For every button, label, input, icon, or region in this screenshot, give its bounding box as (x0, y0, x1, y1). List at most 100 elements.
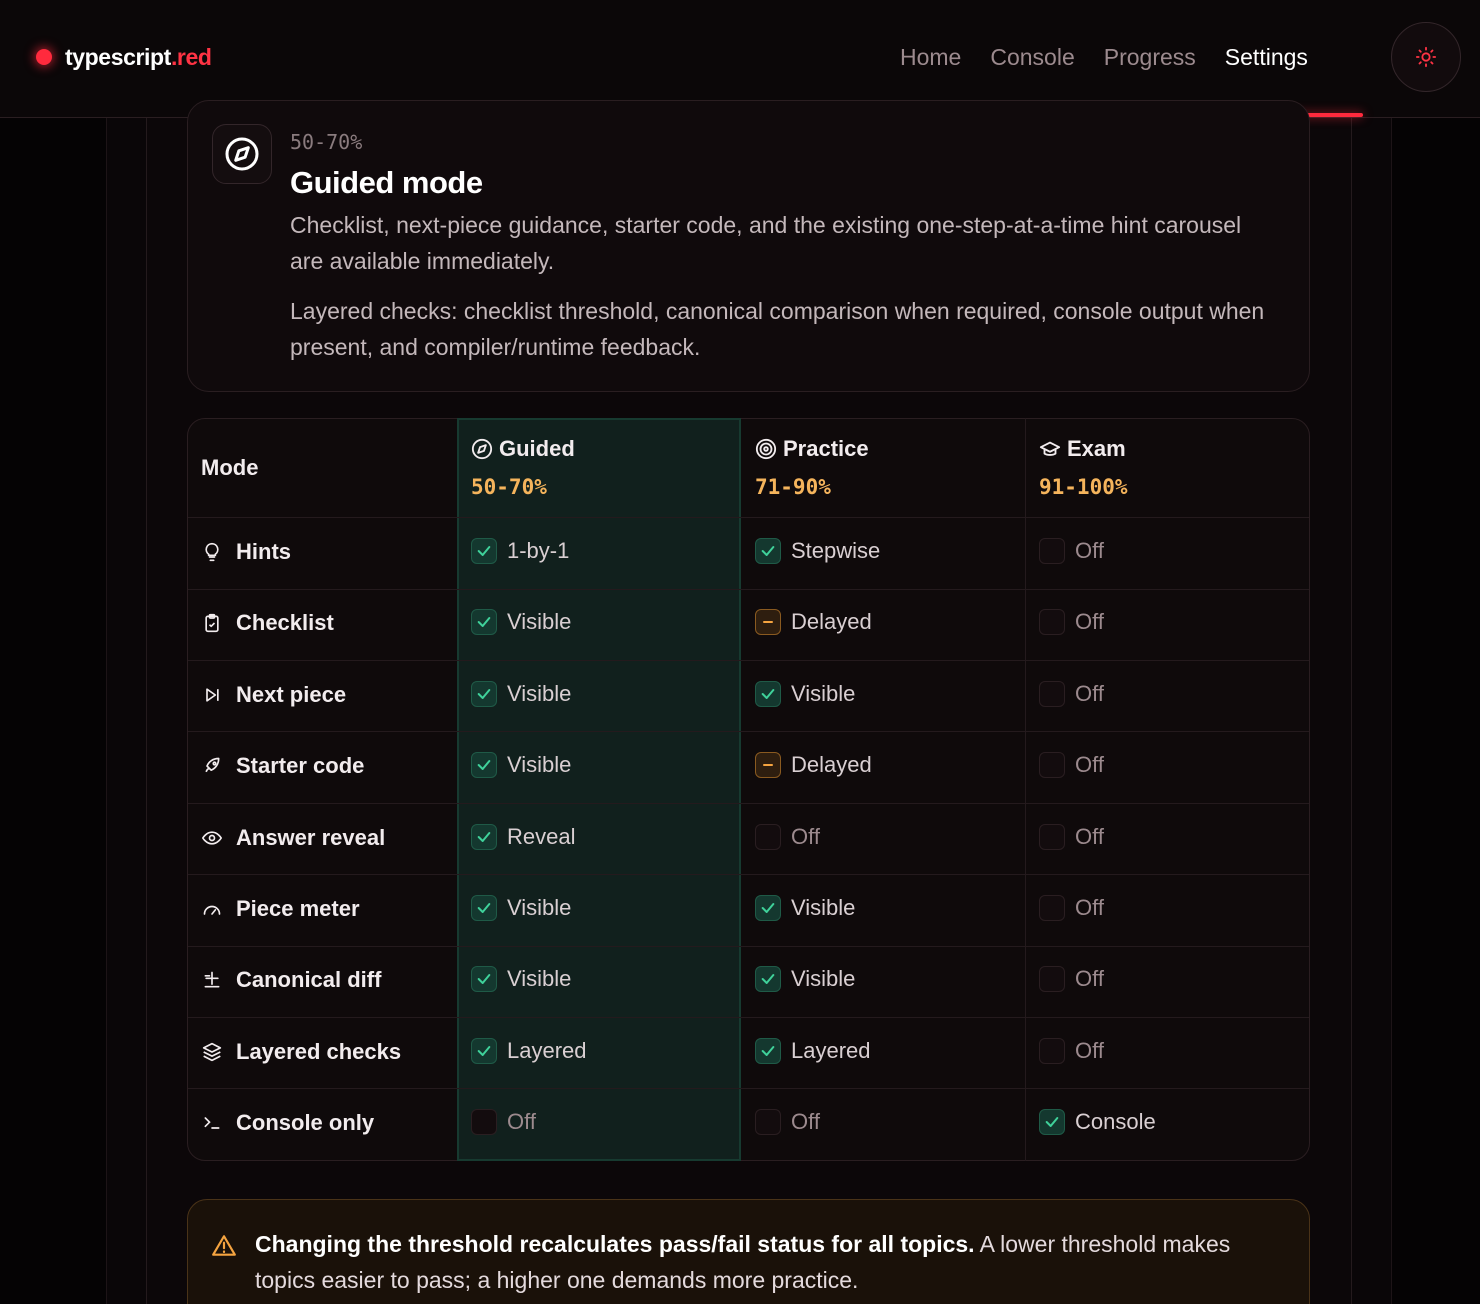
row-divider (188, 1088, 1309, 1089)
rocket-icon (205, 757, 220, 773)
theme-toggle-button[interactable] (1391, 22, 1461, 92)
cell-exam: Off (1039, 538, 1104, 564)
unchecked-box (1039, 895, 1065, 921)
brand-name: typescript (65, 43, 171, 70)
mode-title: Guided mode (290, 165, 483, 200)
checked-box (471, 1038, 497, 1064)
unchecked-box (1039, 752, 1065, 778)
check-icon (477, 760, 491, 770)
nav-progress[interactable]: Progress (1104, 44, 1196, 71)
cell-value: Console (1075, 1109, 1156, 1134)
target-icon (755, 438, 777, 460)
cell-exam: Off (1039, 1038, 1104, 1064)
cell-value: Visible (791, 966, 856, 991)
row-divider (188, 1017, 1309, 1018)
exam-column-header[interactable]: Exam (1039, 436, 1126, 462)
cell-value: Off (1075, 538, 1104, 563)
guided-column-header[interactable]: Guided (471, 436, 575, 462)
nav-settings[interactable]: Settings (1225, 44, 1308, 71)
checked-box (471, 681, 497, 707)
check-icon (761, 689, 775, 699)
warning-text: Changing the threshold recalculates pass… (255, 1226, 1275, 1298)
row-label-hints: Hints (200, 539, 291, 565)
brand-logo[interactable]: typescript.red (36, 42, 212, 72)
cell-value: Visible (507, 895, 572, 920)
cell-exam: Off (1039, 681, 1104, 707)
row-label-layered-checks: Layered checks (200, 1039, 401, 1065)
unchecked-box (1039, 681, 1065, 707)
cell-value: Delayed (791, 609, 872, 634)
cell-value: Off (791, 824, 820, 849)
lightbulb-icon (205, 542, 219, 562)
checked-box (471, 824, 497, 850)
check-icon (477, 974, 491, 984)
cell-practice: Stepwise (755, 538, 880, 564)
practice-range: 71-90% (755, 475, 831, 499)
row-label-starter-code: Starter code (200, 753, 364, 779)
cell-value: Off (1075, 609, 1104, 634)
dash-icon (763, 764, 773, 766)
cell-practice: Visible (755, 895, 855, 921)
column-divider (1025, 418, 1026, 1161)
partial-box (755, 609, 781, 635)
cell-value: Layered (507, 1038, 587, 1063)
row-divider (188, 731, 1309, 732)
checked-box (755, 966, 781, 992)
layers-icon (202, 1042, 222, 1062)
diff-icon (204, 971, 220, 988)
cell-guided: Visible (471, 966, 571, 992)
check-icon (477, 546, 491, 556)
checked-box (471, 966, 497, 992)
cell-value: Stepwise (791, 538, 881, 563)
cell-value: Visible (791, 895, 856, 920)
practice-column-header[interactable]: Practice (755, 436, 869, 462)
checked-box (755, 681, 781, 707)
graduation-cap-icon (1039, 441, 1061, 456)
cell-guided: 1-by-1 (471, 538, 569, 564)
cell-practice: Visible (755, 966, 855, 992)
cell-value: Delayed (791, 752, 872, 777)
checked-box (471, 538, 497, 564)
cell-exam: Off (1039, 609, 1104, 635)
checked-box (471, 752, 497, 778)
sun-icon (1415, 46, 1437, 68)
compass-icon (471, 438, 493, 460)
dash-icon (763, 621, 773, 623)
cell-value: 1-by-1 (507, 538, 570, 563)
unchecked-box (1039, 538, 1065, 564)
cell-exam: Off (1039, 824, 1104, 850)
compass-icon (225, 137, 259, 171)
nav-console[interactable]: Console (990, 44, 1074, 71)
check-icon (761, 974, 775, 984)
guided-range: 50-70% (471, 475, 547, 499)
gauge-icon (203, 905, 221, 915)
check-icon (761, 546, 775, 556)
cell-value: Off (791, 1109, 820, 1134)
unchecked-box (755, 1109, 781, 1135)
cell-value: Visible (507, 966, 572, 991)
nav-home[interactable]: Home (900, 44, 961, 71)
cell-guided: Layered (471, 1038, 587, 1064)
brand-dot-icon (36, 49, 52, 65)
row-label-canonical-diff: Canonical diff (200, 967, 381, 993)
cell-guided: Visible (471, 895, 571, 921)
cell-exam: Off (1039, 895, 1104, 921)
cell-exam: Off (1039, 752, 1104, 778)
eye-icon (202, 831, 222, 845)
checked-box (471, 609, 497, 635)
checked-box (755, 895, 781, 921)
cell-value: Off (1075, 752, 1104, 777)
cell-value: Visible (507, 609, 572, 634)
partial-box (755, 752, 781, 778)
row-divider (188, 660, 1309, 661)
checked-box (1039, 1109, 1065, 1135)
cell-guided: Reveal (471, 824, 575, 850)
warning-bold: Changing the threshold recalculates pass… (255, 1231, 975, 1257)
check-icon (477, 1046, 491, 1056)
cell-practice: Delayed (755, 609, 872, 635)
cell-value: Off (1075, 824, 1104, 849)
cell-value: Off (1075, 681, 1104, 706)
check-icon (761, 1046, 775, 1056)
checked-box (755, 538, 781, 564)
row-label-piece-meter: Piece meter (200, 896, 360, 922)
